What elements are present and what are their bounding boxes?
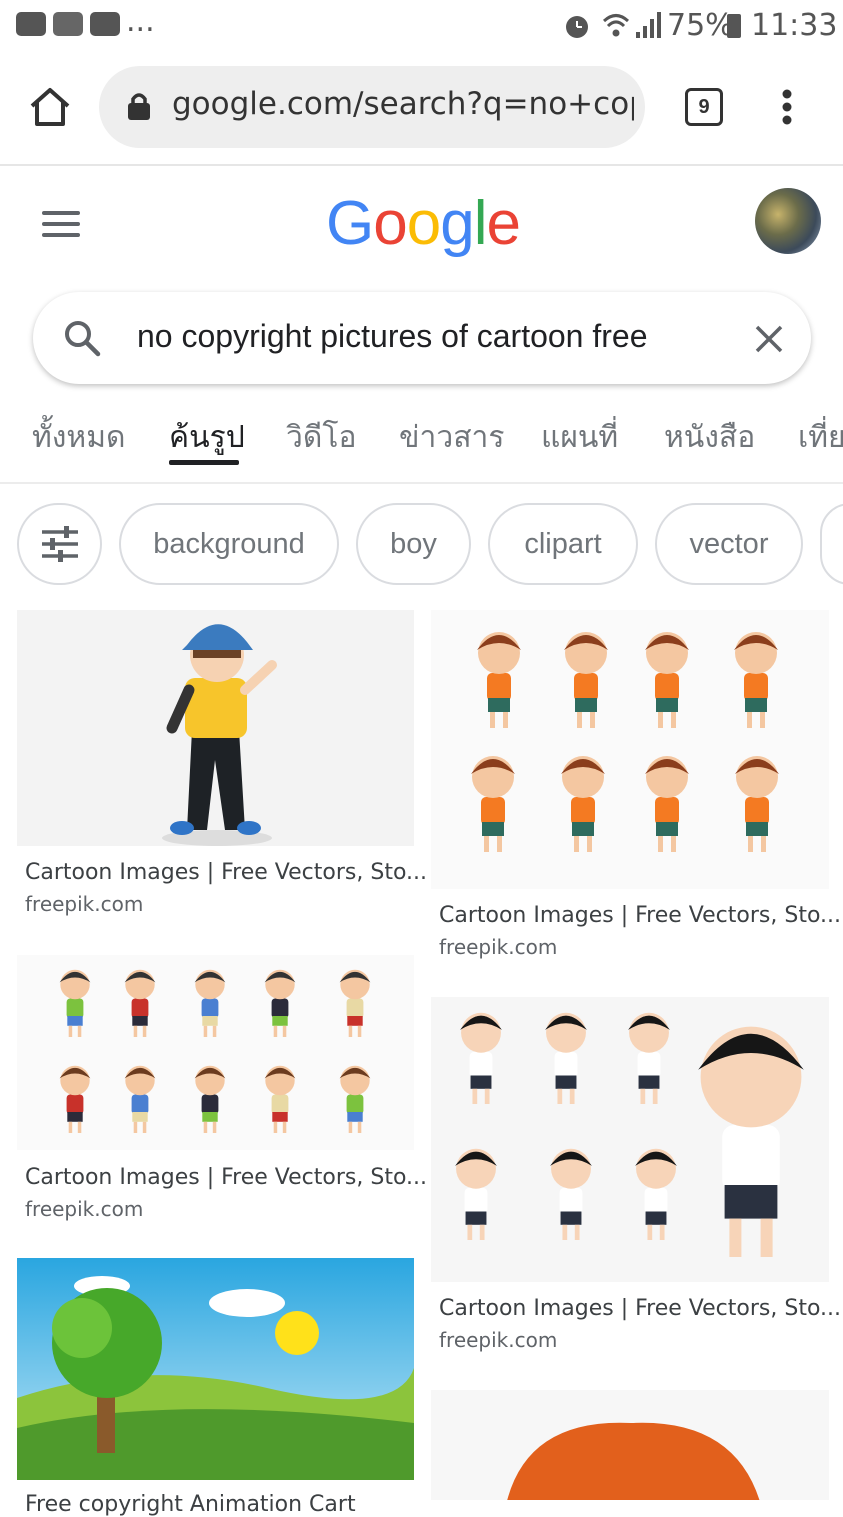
- cartoon-figure: [124, 969, 156, 1037]
- alarm-icon: [566, 16, 588, 38]
- chip-background[interactable]: background: [119, 503, 339, 585]
- result-title[interactable]: Cartoon Images | Free Vectors, Sto...: [25, 860, 427, 885]
- cartoon-figure: [339, 969, 371, 1037]
- more-notifications-indicator: ...: [126, 4, 155, 39]
- url-text[interactable]: google.com/search?q=no+copyr: [172, 86, 634, 122]
- filter-tools-button[interactable]: [17, 503, 102, 585]
- tab-all[interactable]: ทั้งหมด: [32, 414, 125, 461]
- chip-boy[interactable]: boy: [356, 503, 471, 585]
- logo-letter: G: [326, 189, 374, 258]
- tab-switcher-button[interactable]: 9: [685, 88, 723, 126]
- result-title[interactable]: Free copyright Animation Cart: [25, 1492, 356, 1517]
- hamburger-menu-icon[interactable]: [42, 211, 80, 244]
- cartoon-figure: [564, 632, 608, 728]
- cartoon-figure: [734, 632, 778, 728]
- tab-travel[interactable]: เที่ย: [798, 414, 843, 461]
- logo-letter: l: [473, 189, 488, 258]
- cartoon-figure: [628, 1012, 670, 1104]
- cartoon-figure: [194, 1065, 226, 1133]
- lock-icon: [128, 93, 150, 120]
- cartoon-figure: [264, 969, 296, 1037]
- result-image-3[interactable]: [17, 955, 414, 1150]
- cartoon-figure: [477, 632, 521, 728]
- youtube-notification-icon: [16, 12, 46, 36]
- cartoon-figure: [735, 756, 779, 852]
- google-logo[interactable]: Google: [326, 188, 521, 259]
- battery-icon: [727, 14, 741, 38]
- cartoon-figure: [635, 1148, 677, 1240]
- result-image-4[interactable]: [431, 997, 829, 1282]
- signal-icon: [636, 12, 661, 38]
- cartoon-figure: [59, 1065, 91, 1133]
- wifi-icon: [602, 14, 630, 37]
- cartoon-figure: [471, 756, 515, 852]
- cartoon-figure: [339, 1065, 371, 1133]
- home-icon[interactable]: [28, 86, 72, 128]
- result-image-1[interactable]: [17, 610, 414, 846]
- cartoon-figure: [545, 1012, 587, 1104]
- gallery-notification-icon: [53, 12, 83, 36]
- cartoon-figure: [645, 756, 689, 852]
- result-source: freepik.com: [25, 1197, 144, 1221]
- cartoon-boy-illustration: [162, 624, 277, 846]
- battery-percent: 75%: [667, 8, 734, 43]
- cartoon-figure: [124, 1065, 156, 1133]
- search-input[interactable]: [137, 318, 717, 355]
- tab-videos[interactable]: วิดีโอ: [286, 414, 356, 461]
- search-icon[interactable]: [62, 318, 102, 358]
- cartoon-figure: [645, 632, 689, 728]
- logo-letter: o: [406, 189, 441, 258]
- tab-maps[interactable]: แผนที่: [541, 414, 618, 461]
- youtube-notification-icon-2: [90, 12, 120, 36]
- tab-images[interactable]: ค้นรูป: [169, 414, 245, 461]
- tab-books[interactable]: หนังสือ: [664, 414, 755, 461]
- cartoon-figure: [550, 1148, 592, 1240]
- active-tab-indicator: [169, 460, 239, 465]
- glasses-boy-illustration: [455, 1012, 804, 1257]
- chip-more[interactable]: [820, 503, 843, 585]
- chip-clipart[interactable]: clipart: [488, 503, 638, 585]
- clock: 11:33: [751, 8, 838, 43]
- tab-divider: [0, 482, 843, 484]
- logo-letter: e: [486, 189, 520, 258]
- cartoon-figure: [698, 1026, 804, 1257]
- boy-poses-illustration: [471, 632, 779, 852]
- landscape-illustration: [17, 1258, 414, 1480]
- tab-news[interactable]: ข่าวสาร: [399, 414, 504, 461]
- clear-search-icon[interactable]: [753, 323, 785, 355]
- cartoon-hair-illustration: [507, 1422, 760, 1500]
- result-image-6[interactable]: [431, 1390, 829, 1500]
- result-title[interactable]: Cartoon Images | Free Vectors, Sto...: [439, 903, 841, 928]
- result-source: freepik.com: [439, 935, 558, 959]
- avatar[interactable]: [755, 188, 821, 254]
- logo-letter: g: [440, 189, 474, 258]
- result-source: freepik.com: [25, 892, 144, 916]
- cartoon-figure: [460, 1012, 502, 1104]
- cartoon-figure: [59, 969, 91, 1037]
- result-image-5[interactable]: [17, 1258, 414, 1480]
- status-bar: ... 75% 11:33: [0, 0, 843, 52]
- result-source: freepik.com: [439, 1328, 558, 1352]
- overflow-menu-icon[interactable]: [778, 88, 796, 128]
- cartoon-figure: [194, 969, 226, 1037]
- cartoon-figure: [264, 1065, 296, 1133]
- tune-icon: [41, 526, 78, 562]
- result-title[interactable]: Cartoon Images | Free Vectors, Sto...: [25, 1165, 427, 1190]
- superhero-kids-illustration: [59, 969, 371, 1133]
- cartoon-figure: [561, 756, 605, 852]
- chip-vector[interactable]: vector: [655, 503, 803, 585]
- cartoon-figure: [455, 1148, 497, 1240]
- result-title[interactable]: Cartoon Images | Free Vectors, Sto...: [439, 1296, 841, 1321]
- result-image-2[interactable]: [431, 610, 829, 889]
- logo-letter: o: [373, 189, 407, 258]
